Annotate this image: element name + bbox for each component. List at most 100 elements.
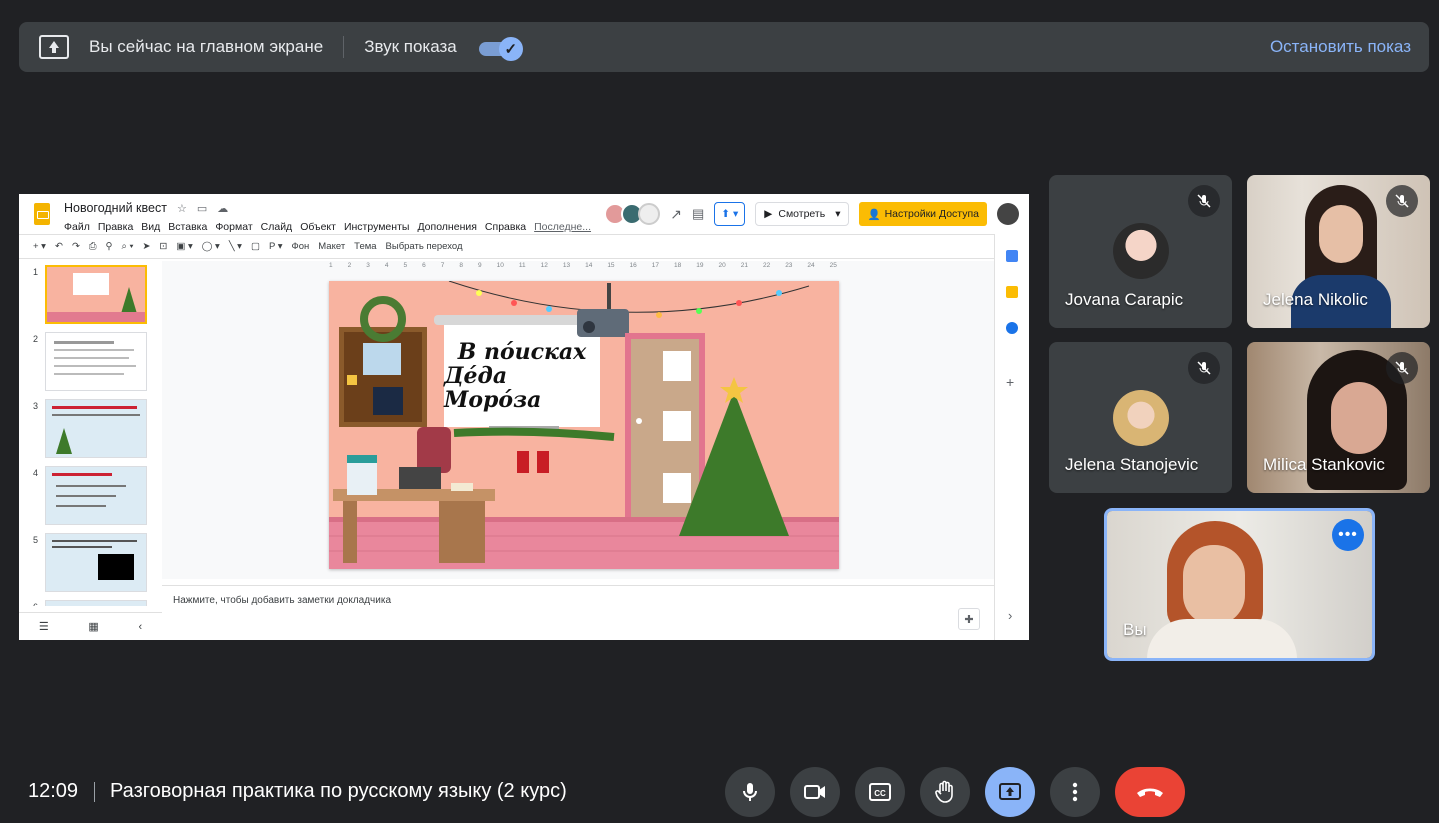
desk-leg <box>343 501 357 563</box>
light-bulb <box>696 308 702 314</box>
layout-button[interactable]: Макет <box>318 241 345 252</box>
image-icon[interactable]: ▣ ▾ <box>176 241 192 252</box>
ruler-tick: 20 <box>718 262 726 269</box>
grid-view-icon[interactable]: ▦ <box>88 620 98 633</box>
star-icon[interactable]: ☆ <box>177 202 187 215</box>
doc-title[interactable]: Новогодний квест <box>64 201 167 215</box>
menu-item[interactable]: Объект <box>300 221 336 233</box>
account-avatar[interactable] <box>997 203 1019 225</box>
slide-number: 2 <box>33 334 39 344</box>
slideshow-button[interactable]: ▶ Смотреть ▾ <box>755 202 850 226</box>
slide-thumbnail[interactable] <box>45 399 147 458</box>
participant-tile[interactable]: Milica Stankovic <box>1247 342 1430 493</box>
present-button[interactable] <box>985 767 1035 817</box>
menu-item[interactable]: Слайд <box>261 221 293 233</box>
background-button[interactable]: Фон <box>292 241 310 252</box>
transition-button[interactable]: Выбрать переход <box>386 241 463 252</box>
sound-toggle[interactable]: ✓ <box>478 37 523 61</box>
calendar-icon[interactable] <box>1006 250 1018 262</box>
slide-thumb-row[interactable]: 6 <box>19 596 162 606</box>
ruler-tick: 17 <box>651 262 660 269</box>
text-style-icon[interactable]: P ▾ <box>269 241 283 252</box>
slide-thumbnail[interactable] <box>45 332 147 391</box>
present-to-meet-button[interactable]: ⬆ ▾ <box>714 202 746 226</box>
speaker-notes[interactable]: Нажмите, чтобы добавить заметки докладчи… <box>162 585 994 640</box>
camera-button[interactable] <box>790 767 840 817</box>
participant-tile[interactable]: Jelena Stanojevic <box>1049 342 1232 493</box>
participant-tile[interactable]: Jelena Nikolic <box>1247 175 1430 328</box>
slide-thumbnail[interactable] <box>45 600 147 606</box>
cloud-icon[interactable]: ☁ <box>217 202 228 215</box>
slide-thumb-row[interactable]: 4 <box>19 462 162 529</box>
menu-item[interactable]: Формат <box>215 221 252 233</box>
add-addon-icon[interactable]: + <box>1006 374 1014 390</box>
slide-thumb-row[interactable]: 5 <box>19 529 162 596</box>
zoom-icon[interactable]: ⌕ ▾ <box>121 241 133 252</box>
redo-icon[interactable]: ↷ <box>72 241 80 252</box>
current-slide[interactable]: В пóисках Дéда Морóза <box>329 281 839 569</box>
slide-thumbnail[interactable] <box>45 533 147 592</box>
menu-item[interactable]: Вид <box>141 221 160 233</box>
slide-thumbnail[interactable] <box>45 265 147 324</box>
ruler-tick: 15 <box>607 262 615 269</box>
stocking-shape <box>537 451 549 473</box>
ruler-tick: 24 <box>807 262 815 269</box>
ruler-tick: 9 <box>478 262 482 269</box>
slide-thumb-row[interactable]: 3 <box>19 395 162 462</box>
stop-presenting-button[interactable]: Остановить показ <box>1270 37 1411 57</box>
chair-back <box>417 427 451 473</box>
menu-item[interactable]: Правка <box>98 221 133 233</box>
self-tile[interactable]: Вы ••• <box>1104 508 1375 661</box>
slide-number: 5 <box>33 535 39 545</box>
shape-icon[interactable]: ◯ ▾ <box>202 241 220 252</box>
collapse-panel-icon[interactable]: ‹ <box>138 621 142 633</box>
thumb-text-line <box>56 505 106 507</box>
more-horiz-icon: ••• <box>1338 526 1358 543</box>
menu-item[interactable]: Дополнения <box>417 221 476 233</box>
slide-thumb-row[interactable]: 2 <box>19 328 162 395</box>
participant-tile[interactable]: Jovana Carapic <box>1049 175 1232 328</box>
ruler-tick: 12 <box>540 262 548 269</box>
line-icon[interactable]: ╲ ▾ <box>229 241 242 252</box>
paint-format-icon[interactable]: ⚲ <box>106 241 113 252</box>
tasks-icon[interactable] <box>1006 322 1018 334</box>
slides-logo-icon[interactable] <box>34 203 50 225</box>
text-box-icon[interactable]: ⊡ <box>159 241 167 252</box>
undo-icon[interactable]: ↶ <box>55 241 63 252</box>
menu-item[interactable]: Файл <box>64 221 90 233</box>
folder-icon[interactable]: ▭ <box>197 202 207 215</box>
menu-item[interactable]: Инструменты <box>344 221 409 233</box>
add-note-icon[interactable]: ✚ <box>958 608 980 630</box>
last-edit-link[interactable]: Последне... <box>534 221 591 233</box>
comment-icon[interactable]: ▢ <box>251 241 260 252</box>
slide-thumbnail[interactable] <box>45 466 147 525</box>
theme-button[interactable]: Тема <box>354 241 376 252</box>
raise-hand-button[interactable] <box>920 767 970 817</box>
comments-icon[interactable]: ▤ <box>692 206 704 222</box>
end-call-button[interactable] <box>1115 767 1185 817</box>
mic-button[interactable] <box>725 767 775 817</box>
more-options-button[interactable] <box>1050 767 1100 817</box>
mic-icon <box>743 783 757 801</box>
select-icon[interactable]: ➤ <box>142 241 150 252</box>
menu-item[interactable]: Справка <box>485 221 526 233</box>
chevron-down-icon[interactable]: ▾ <box>835 208 840 220</box>
share-button[interactable]: 👤 Настройки Доступа <box>859 202 987 226</box>
captions-icon: CC <box>869 783 891 801</box>
slide-number: 6 <box>33 602 38 606</box>
print-icon[interactable]: ⎙ <box>89 241 97 252</box>
ruler-tick: 16 <box>629 262 637 269</box>
slide-thumb-row[interactable]: 1 <box>19 261 162 328</box>
menu-item[interactable]: Вставка <box>168 221 207 233</box>
list-view-icon[interactable]: ☰ <box>39 620 49 633</box>
viewer-avatars <box>604 203 661 225</box>
new-slide-icon[interactable]: + ▾ <box>33 241 46 252</box>
slides-header: Новогодний квест ☆ ▭ ☁ Файл Правка Вид Вста… <box>19 194 1029 234</box>
viewer-more-avatar[interactable] <box>638 203 661 225</box>
meeting-title[interactable]: Разговорная практика по русскому языку (… <box>110 780 567 803</box>
activity-icon[interactable]: ↗ <box>670 206 682 223</box>
expand-panel-icon[interactable]: › <box>1008 608 1012 623</box>
captions-button[interactable]: CC <box>855 767 905 817</box>
keep-icon[interactable] <box>1006 286 1018 298</box>
more-options-button[interactable]: ••• <box>1332 519 1364 551</box>
